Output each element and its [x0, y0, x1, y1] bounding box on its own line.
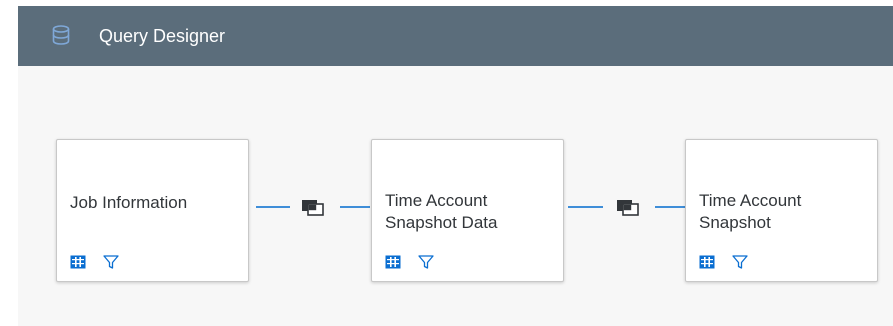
join-line [655, 206, 685, 208]
entity-label: Time Account Snapshot [699, 191, 802, 232]
join-icon[interactable] [301, 198, 325, 216]
join-line [256, 206, 290, 208]
entity-node-time-account-snapshot[interactable]: Time Account Snapshot [685, 139, 878, 282]
query-canvas: Job Information Time Account Snapshot Da… [18, 66, 893, 326]
entity-label: Job Information [70, 193, 188, 212]
database-icon [52, 25, 70, 45]
columns-icon[interactable] [385, 255, 401, 269]
entity-node-time-account-snapshot-data[interactable]: Time Account Snapshot Data [371, 139, 564, 282]
filter-icon[interactable] [732, 255, 748, 269]
entity-node-job-information[interactable]: Job Information [56, 139, 249, 282]
columns-icon[interactable] [699, 255, 715, 269]
join-line [340, 206, 370, 208]
join-icon[interactable] [616, 198, 640, 216]
page-title: Query Designer [99, 26, 226, 46]
join-line [568, 206, 603, 208]
filter-icon[interactable] [418, 255, 434, 269]
entity-label: Time Account Snapshot Data [385, 191, 498, 232]
filter-icon[interactable] [103, 255, 119, 269]
query-designer-panel: Query Designer Job Information Time Acco… [18, 6, 893, 326]
header-bar: Query Designer [18, 6, 893, 66]
columns-icon[interactable] [70, 255, 86, 269]
